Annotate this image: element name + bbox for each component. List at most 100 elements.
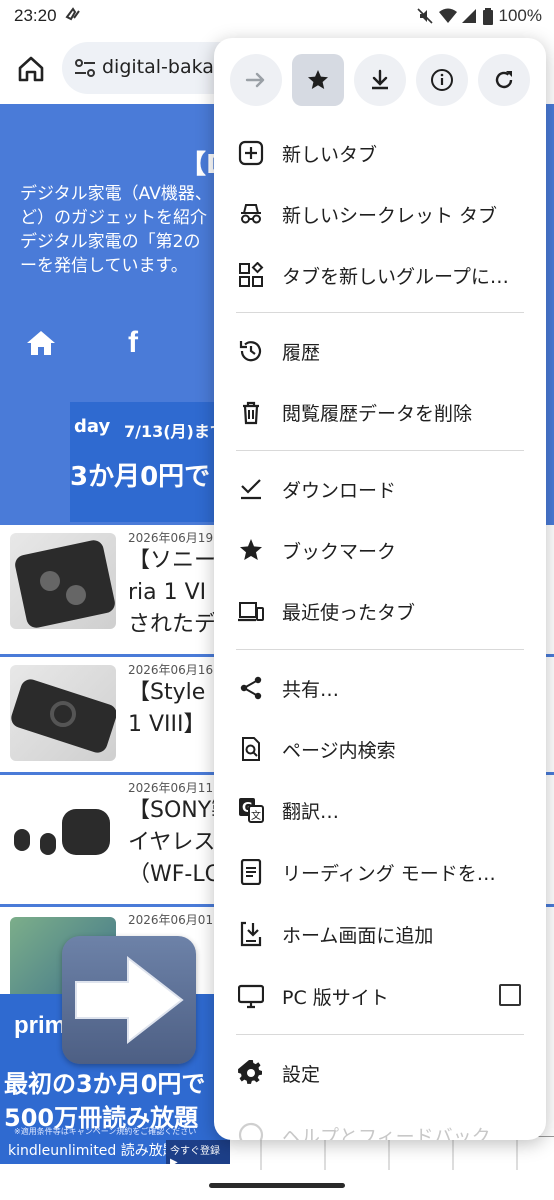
history-icon [239, 341, 262, 362]
menu-item-label: 新しいシークレット タブ [282, 205, 498, 227]
menu-item-downloads[interactable]: ダウンロード [214, 458, 546, 518]
gear-icon [238, 1060, 263, 1084]
menu-item-label: 共有… [282, 679, 340, 701]
site-settings-icon[interactable] [74, 58, 96, 78]
desc-line: ど）のガジェットを紹介 [20, 208, 207, 228]
banner-text: kindleunlimited 読み放題 [8, 1143, 177, 1159]
manga-ad-strip[interactable] [230, 1136, 554, 1170]
url-text: digital-baka. [102, 56, 220, 78]
desktop-icon [238, 984, 264, 1009]
title-line: 【ソニー [128, 548, 217, 573]
menu-item-bookmarks[interactable]: ブックマーク [214, 519, 546, 579]
status-time: 23:20 [14, 6, 57, 25]
menu-item-label: ダウンロード [282, 480, 397, 502]
site-description: デジタル家電（AV機器、 ど）のガジェットを紹介 デジタル家電の「第2の ーを発… [20, 182, 220, 278]
menu-action-row [214, 38, 546, 122]
title-line: されたデ [128, 612, 217, 637]
banner-text: day [74, 416, 111, 437]
find-in-page-icon [242, 737, 260, 761]
banner-text: 最初の3か月0円で [4, 1070, 206, 1098]
menu-divider [236, 649, 524, 650]
menu-item-label: 設定 [282, 1064, 321, 1086]
menu-item-new-incognito-tab[interactable]: 新しいシークレット タブ [214, 183, 546, 243]
article-date: 2026年06月16日 [128, 663, 226, 677]
download-icon [372, 69, 388, 90]
gesture-handle[interactable] [209, 1183, 345, 1188]
trash-icon [243, 401, 259, 425]
status-bar: 23:20 100% [0, 0, 554, 32]
article-thumbnail [10, 533, 116, 629]
menu-item-new-tab[interactable]: 新しいタブ [214, 122, 546, 182]
desc-line: ーを発信しています。 [20, 256, 188, 276]
tab-group-icon [239, 262, 264, 287]
reading-mode-icon [240, 859, 262, 885]
arrow-right-icon [245, 72, 265, 88]
menu-item-settings[interactable]: 設定 [214, 1042, 546, 1102]
bookmark-button[interactable] [292, 54, 344, 106]
banner-cta[interactable]: 今すぐ登録 ▶ [166, 1140, 230, 1164]
desc-line: デジタル家電の「第2の [20, 232, 201, 252]
banner-fineprint: ※適用条件等はキャンペーン規約をご確認ください [14, 1127, 197, 1136]
menu-item-label: ページ内検索 [282, 740, 396, 762]
desktop-site-checkbox[interactable] [499, 984, 521, 1006]
floating-forward-arrow-button[interactable] [62, 936, 196, 1064]
menu-item-desktop-site[interactable]: PC 版サイト [214, 965, 546, 1025]
reload-icon [495, 71, 513, 89]
menu-item-label: 翻訳… [282, 801, 340, 823]
menu-item-add-tab-to-group[interactable]: タブを新しいグループに… [214, 244, 546, 304]
menu-item-label: リーディング モードを… [282, 863, 496, 885]
article-thumbnail [10, 665, 116, 761]
translate-icon: G文 [239, 798, 264, 823]
menu-divider [236, 1034, 524, 1035]
help-icon [238, 1122, 264, 1140]
forward-button[interactable] [230, 54, 282, 106]
incognito-icon [241, 204, 261, 224]
article-title: 【Style 1 VIII】 [128, 677, 206, 741]
menu-divider [236, 450, 524, 451]
home-button[interactable] [14, 52, 48, 86]
home-icon [18, 56, 44, 82]
battery-icon [482, 8, 493, 25]
menu-item-find-in-page[interactable]: ページ内検索 [214, 718, 546, 778]
menu-item-add-to-home-screen[interactable]: ホーム画面に追加 [214, 903, 546, 963]
menu-item-label: タブを新しいグループに… [282, 266, 509, 288]
title-line: 【Style [128, 680, 206, 705]
navigation-bar [0, 1170, 554, 1200]
svg-text:文: 文 [251, 809, 261, 822]
menu-item-history[interactable]: 履歴 [214, 320, 546, 380]
battery-percent: 100% [498, 6, 542, 25]
desc-line: デジタル家電（AV機器、 [20, 184, 212, 204]
menu-item-reading-mode[interactable]: リーディング モードを… [214, 841, 546, 901]
menu-item-label: ホーム画面に追加 [282, 925, 434, 947]
reload-button[interactable] [478, 54, 530, 106]
download-page-button[interactable] [354, 54, 406, 106]
menu-item-label: ブックマーク [282, 541, 397, 563]
plus-square-icon [238, 140, 264, 166]
status-icons: 100% [416, 6, 542, 26]
article-thumbnail [10, 789, 116, 885]
facebook-icon[interactable]: f [128, 326, 138, 360]
page-info-button[interactable] [416, 54, 468, 106]
menu-item-translate[interactable]: G文 翻訳… [214, 779, 546, 839]
site-home-icon[interactable] [26, 330, 56, 356]
menu-item-clear-browsing-data[interactable]: 閲覧履歴データを削除 [214, 381, 546, 441]
menu-item-label: ヘルプとフィードバック [282, 1126, 491, 1140]
menu-divider [236, 312, 524, 313]
menu-item-help-feedback[interactable]: ヘルプとフィードバック [214, 1104, 546, 1140]
article-date: 2026年06月11日 [128, 781, 226, 795]
title-line: ria 1 VI [128, 580, 207, 605]
banner-text: 3か月0円で [70, 462, 211, 492]
download-check-icon [241, 479, 261, 500]
menu-item-recent-tabs[interactable]: 最近使ったタブ [214, 580, 546, 640]
banner-text: 7/13(月)まで [124, 422, 226, 441]
notification-icon [65, 7, 81, 25]
wifi-icon [438, 8, 457, 24]
menu-item-label: 履歴 [282, 342, 321, 364]
overflow-menu: 新しいタブ 新しいシークレット タブ タブを新しいグループに… 履歴 閲覧履歴デ… [214, 38, 546, 1140]
info-icon [431, 69, 453, 91]
title-line: 1 VIII】 [128, 712, 206, 737]
menu-item-label: 閲覧履歴データを削除 [282, 403, 473, 425]
article-title: 【ソニー ria 1 VI されたデ [128, 545, 216, 641]
promo-banner-top[interactable]: day 7/13(月)まで 3か月0円で [70, 402, 230, 522]
menu-item-share[interactable]: 共有… [214, 657, 546, 717]
